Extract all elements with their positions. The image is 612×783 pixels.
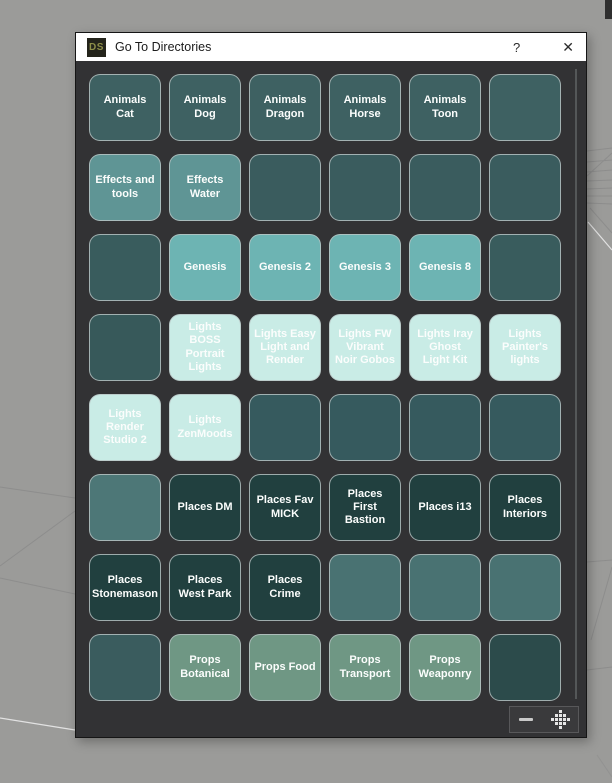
- directory-button[interactable]: Lights Painter's lights: [489, 314, 561, 381]
- directory-button[interactable]: Props Transport: [329, 634, 401, 701]
- dialog-title: Go To Directories: [115, 40, 212, 54]
- directory-button[interactable]: Props Food: [249, 634, 321, 701]
- viewport-corner-bar: [605, 0, 612, 19]
- directory-button[interactable]: Places West Park: [169, 554, 241, 621]
- dialog-footer-controls: [509, 706, 579, 733]
- directory-button[interactable]: Animals Horse: [329, 74, 401, 141]
- directory-button-empty[interactable]: [409, 554, 481, 621]
- directory-button[interactable]: Genesis: [169, 234, 241, 301]
- directory-button[interactable]: Places DM: [169, 474, 241, 541]
- directory-button[interactable]: Genesis 8: [409, 234, 481, 301]
- help-button[interactable]: ?: [513, 40, 520, 55]
- dialog-titlebar: DS Go To Directories ? ✕: [76, 33, 586, 61]
- directory-button-empty[interactable]: [489, 554, 561, 621]
- vertical-scrollbar-track[interactable]: [575, 69, 577, 699]
- directory-button[interactable]: Effects Water: [169, 154, 241, 221]
- directory-button[interactable]: Lights Easy Light and Render: [249, 314, 321, 381]
- directory-button[interactable]: Places i13: [409, 474, 481, 541]
- directory-button[interactable]: Places Crime: [249, 554, 321, 621]
- directory-button[interactable]: Animals Dragon: [249, 74, 321, 141]
- directory-button[interactable]: Lights Iray Ghost Light Kit: [409, 314, 481, 381]
- directory-button[interactable]: Genesis 2: [249, 234, 321, 301]
- directory-button[interactable]: Places First Bastion: [329, 474, 401, 541]
- directory-grid: Animals Cat Animals Dog Animals Dragon Anim…: [89, 74, 561, 701]
- directory-button-empty[interactable]: [329, 554, 401, 621]
- directory-button[interactable]: Lights BOSS Portrait Lights: [169, 314, 241, 381]
- directory-button[interactable]: Lights Render Studio 2: [89, 394, 161, 461]
- directory-button[interactable]: Lights FW Vibrant Noir Gobos: [329, 314, 401, 381]
- directory-button-empty[interactable]: [489, 234, 561, 301]
- directory-button-empty[interactable]: [489, 394, 561, 461]
- directory-button-empty[interactable]: [329, 154, 401, 221]
- directory-button-empty[interactable]: [489, 634, 561, 701]
- directory-button[interactable]: Places Stonemason: [89, 554, 161, 621]
- directory-button[interactable]: Animals Dog: [169, 74, 241, 141]
- directory-button-empty[interactable]: [89, 474, 161, 541]
- dot-grid-handle-icon[interactable]: [549, 708, 572, 731]
- directory-button[interactable]: Effects and tools: [89, 154, 161, 221]
- go-to-directories-dialog: DS Go To Directories ? ✕ Animals Cat Anim…: [75, 32, 587, 738]
- directory-button-empty[interactable]: [249, 154, 321, 221]
- directory-button[interactable]: Places Fav MICK: [249, 474, 321, 541]
- directory-button[interactable]: Animals Cat: [89, 74, 161, 141]
- directory-button[interactable]: Props Weaponry: [409, 634, 481, 701]
- directory-button[interactable]: Props Botanical: [169, 634, 241, 701]
- directory-button-empty[interactable]: [89, 634, 161, 701]
- close-button[interactable]: ✕: [562, 39, 574, 56]
- daz-studio-app-icon: DS: [87, 37, 106, 57]
- directory-button-empty[interactable]: [89, 314, 161, 381]
- directory-button-empty[interactable]: [409, 154, 481, 221]
- directory-button-empty[interactable]: [89, 234, 161, 301]
- directory-button-empty[interactable]: [489, 154, 561, 221]
- directory-button-empty[interactable]: [249, 394, 321, 461]
- minimize-dash-icon[interactable]: [519, 718, 533, 721]
- directory-button[interactable]: Genesis 3: [329, 234, 401, 301]
- directory-button-empty[interactable]: [329, 394, 401, 461]
- directory-button-empty[interactable]: [489, 74, 561, 141]
- directory-button-empty[interactable]: [409, 394, 481, 461]
- directory-button[interactable]: Animals Toon: [409, 74, 481, 141]
- viewport-3d: DS Go To Directories ? ✕ Animals Cat Anim…: [0, 0, 612, 783]
- directory-button[interactable]: Places Interiors: [489, 474, 561, 541]
- directory-button[interactable]: Lights ZenMoods: [169, 394, 241, 461]
